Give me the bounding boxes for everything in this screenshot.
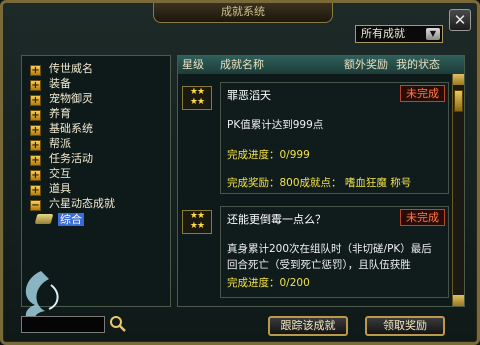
tree-item-pet[interactable]: + 宠物御灵 [30,92,93,106]
expand-icon[interactable]: + [30,65,41,76]
expand-icon[interactable]: + [30,95,41,106]
expand-icon[interactable]: + [30,110,41,121]
achievement-detail: 还能更倒霉一点么？ 未完成 真身累计200次在组队时（非切磋/PK）最后 回合死… [220,206,449,298]
claim-reward-button[interactable]: 领取奖励 [365,316,445,336]
expand-icon[interactable]: + [30,185,41,196]
expand-icon[interactable]: + [30,170,41,181]
scroll-down-icon[interactable] [453,295,464,306]
tree-item-equipment[interactable]: + 装备 [30,77,71,91]
tree-item-guild[interactable]: + 帮派 [30,137,71,151]
tree-item-items[interactable]: + 道具 [30,182,71,196]
status-badge: 未完成 [400,85,445,102]
achievement-description-cont: 回合死亡（受到死亡惩罚），且队伍获胜 [227,259,411,271]
filter-selected-label: 所有成就 [361,27,405,40]
achievement-title: 还能更倒霉一点么？ [227,213,326,226]
tree-item-basic[interactable]: + 基础系统 [30,122,93,136]
tree-item-social[interactable]: + 交互 [30,167,71,181]
search-icon[interactable] [109,315,127,333]
scrollbar[interactable] [452,74,464,306]
chevron-down-icon[interactable]: ▼ [426,28,440,40]
status-badge: 未完成 [400,209,445,226]
achievement-title: 罪恶滔天 [227,89,271,102]
expand-icon[interactable]: + [30,155,41,166]
track-achievement-button[interactable]: 跟踪该成就 [268,316,348,336]
star-rating-icon: ★★ ★★ [182,86,212,110]
achievement-window: 成就系统 ✕ 所有成就 ▼ + 传世威名 + 装备 + 宠物御灵 + 养育 + 基础系统 … [0,0,480,345]
tree-item-nurture[interactable]: + 养育 [30,107,71,121]
collapse-icon[interactable]: − [30,200,41,211]
achievement-progress: 完成进度：0/200 [227,277,310,289]
book-icon [34,214,54,224]
close-icon: ✕ [453,11,467,29]
header-stars: 星级 [182,58,204,71]
scroll-up-icon[interactable] [453,74,464,85]
achievement-description: PK值累计达到999点 [227,119,324,131]
header-status: 我的状态 [396,58,440,71]
achievement-panel: 星级 成就名称 额外奖励 我的状态 ★★ ★★ 罪恶滔天 未完成 PK值累计达到9… [177,55,465,307]
tree-item-chuanshi[interactable]: + 传世威名 [30,62,93,76]
expand-icon[interactable]: + [30,125,41,136]
star-rating-icon: ★★ ★★ [182,210,212,234]
expand-icon[interactable]: + [30,140,41,151]
scroll-thumb[interactable] [454,90,463,112]
search-input[interactable] [21,316,105,333]
tree-subitem-general[interactable]: 综合 [34,213,84,227]
header-bonus: 额外奖励 [344,58,388,71]
expand-icon[interactable]: + [30,80,41,91]
achievement-reward: 完成奖励：800成就点： 嗜血狂魔 称号 [227,177,412,189]
tree-item-sixstar[interactable]: − 六星动态成就 [30,197,115,211]
achievement-description: 真身累计200次在组队时（非切磋/PK）最后 [227,243,432,255]
header-name: 成就名称 [220,58,264,71]
achievement-filter-select[interactable]: 所有成就 ▼ [355,25,443,43]
table-header: 星级 成就名称 额外奖励 我的状态 [178,56,464,74]
tree-item-quests[interactable]: + 任务活动 [30,152,93,166]
window-title: 成就系统 [153,3,333,23]
achievement-detail: 罪恶滔天 未完成 PK值累计达到999点 完成进度：0/999 完成奖励：800… [220,82,449,194]
close-button[interactable]: ✕ [449,9,471,31]
achievement-progress: 完成进度：0/999 [227,149,310,161]
